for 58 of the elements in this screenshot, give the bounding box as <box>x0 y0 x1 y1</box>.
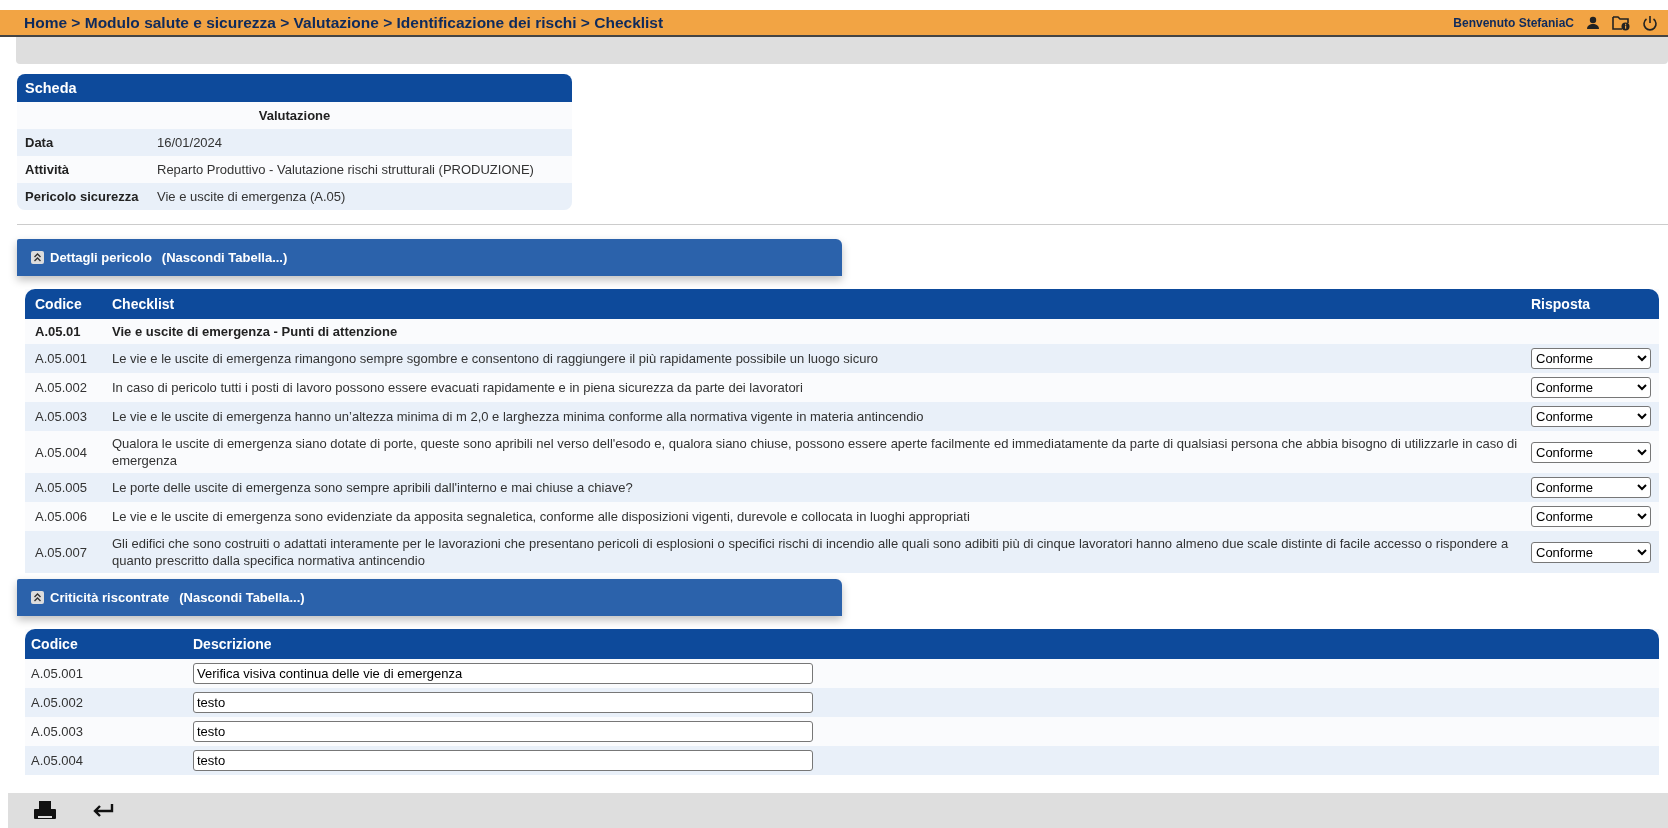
hide-table-link[interactable]: (Nascondi Tabella...) <box>179 590 305 605</box>
group-code: A.05.01 <box>25 319 106 344</box>
table-cell: Qualora le uscite di emergenza siano dotate di porte, queste sono apribili nel verso dell'esodo e, qualora siano chiuse, possono essere aperte facilmente ed immediatamente da parte di qualsiasi persona che abbia bisogno di utilizzarle in caso di emergenza <box>106 431 1525 473</box>
field-label: Data <box>25 135 55 150</box>
section-title: Criticità riscontrate <box>50 590 170 605</box>
answer-dropdown[interactable]: Conforme <box>1531 506 1651 527</box>
table-cell: Le vie e le uscite di emergenza hanno un’altezza minima di m 2,0 e larghezza minima conforme alla normativa vigente in materia antincendio <box>106 402 1525 431</box>
table-cell: A.05.004 <box>25 431 106 473</box>
section-header[interactable]: Dettagli pericolo (Nascondi Tabella...) <box>17 239 842 276</box>
table-cell: A.05.007 <box>25 531 106 573</box>
description-field[interactable]: testo <box>193 692 813 713</box>
section-header[interactable]: Criticità riscontrate (Nascondi Tabella...) <box>17 579 842 616</box>
column-header: Codice <box>25 629 187 659</box>
column-header: Risposta <box>1525 289 1659 319</box>
field-value: 16/01/2024 <box>157 135 223 150</box>
table-cell: A.05.002 <box>25 688 187 717</box>
breadcrumb: Home > Modulo salute e sicurezza > Valutazione > Identificazione dei rischi > Checklist <box>24 13 665 32</box>
field-value: Vie e uscite di emergenza (A.05) <box>157 189 346 204</box>
answer-dropdown[interactable]: Conforme <box>1531 441 1651 463</box>
welcome-text: Benvenuto StefaniaC <box>1453 15 1574 30</box>
table-cell: In caso di pericolo tutti i posti di lavoro possono essere evacuati rapidamente e in piena sicurezza da parte dei lavoratori <box>106 373 1525 402</box>
table-cell: A.05.004 <box>25 746 187 775</box>
table-cell: A.05.006 <box>25 502 106 531</box>
hide-table-link[interactable]: (Nascondi Tabella...) <box>161 250 288 265</box>
answer-dropdown[interactable]: Conforme <box>1531 348 1651 369</box>
collapse-icon[interactable] <box>31 251 44 264</box>
column-header: Checklist <box>106 289 1525 319</box>
table-cell: Le vie e le uscite di emergenza rimangono sempre sgombre e consentono di raggiungere il più rapidamente possibile un luogo sicuro <box>106 344 1525 373</box>
card-title: Scheda <box>17 74 572 102</box>
description-field[interactable]: Verifica visiva continua delle vie di emergenza <box>193 663 813 684</box>
power-icon[interactable] <box>1642 14 1658 31</box>
table-cell: A.05.003 <box>25 717 187 746</box>
field-label: Pericolo sicurezza <box>25 189 140 204</box>
table-cell: A.05.003 <box>25 402 106 431</box>
description-field[interactable]: testo <box>193 750 813 771</box>
answer-dropdown[interactable]: Conforme <box>1531 377 1651 398</box>
field-label: Attività <box>25 162 71 177</box>
table-cell: A.05.002 <box>25 373 106 402</box>
collapse-icon[interactable] <box>31 591 44 604</box>
table-cell: Le porte delle uscite di emergenza sono sempre apribili dall'interno e mai chiuse a chiave? <box>106 473 1525 502</box>
answer-dropdown[interactable]: Conforme <box>1531 406 1651 427</box>
table-cell: Le vie e le uscite di emergenza sono evidenziate da apposita segnaletica, conforme alle disposizioni vigenti, durevole e collocata in luoghi appropriati <box>106 502 1525 531</box>
user-icon[interactable] <box>1586 15 1600 30</box>
card-subtitle: Valutazione <box>257 107 332 125</box>
group-title: Vie e uscite di emergenza - Punti di attenzione <box>106 319 1525 344</box>
print-icon[interactable] <box>33 799 57 822</box>
table-cell: A.05.001 <box>25 344 106 373</box>
folder-info-icon[interactable] <box>1612 14 1630 31</box>
answer-dropdown[interactable]: Conforme <box>1531 541 1651 563</box>
description-field[interactable]: testo <box>193 721 813 742</box>
table-cell: A.05.005 <box>25 473 106 502</box>
column-header: Codice <box>25 289 106 319</box>
answer-dropdown[interactable]: Conforme <box>1531 477 1651 498</box>
field-value: Reparto Produttivo - Valutazione rischi strutturali (PRODUZIONE) <box>157 162 534 177</box>
section-title: Dettagli pericolo <box>50 250 152 265</box>
column-header: Descrizione <box>187 629 1659 659</box>
table-cell: A.05.001 <box>25 659 187 688</box>
table-cell: Gli edifici che sono costruiti o adattati interamente per le lavorazioni che presentano pericoli di esplosioni o specifici rischi di incendio alle quali sono adibiti più di cinque lavoratori hanno almeno due scale distinte di facile accesso o rispondere a quanto prescritto dalla specifica normativa antincendio <box>106 531 1525 573</box>
